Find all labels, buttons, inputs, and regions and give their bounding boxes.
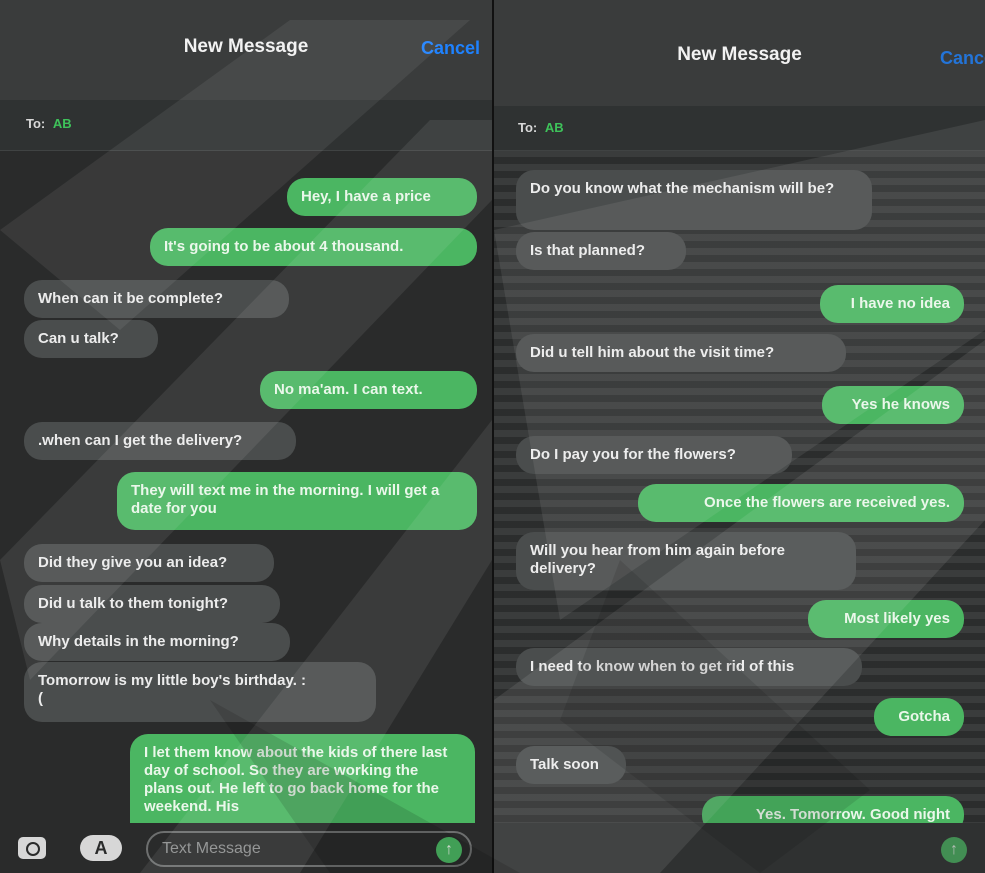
message-input-placeholder: Text Message (162, 840, 261, 857)
message-bubble-outgoing: Gotcha (874, 698, 964, 736)
message-bubble-incoming: Do you know what the mechanism will be? (516, 170, 872, 230)
right-to-label: To: (518, 120, 538, 135)
message-bubble-outgoing: I have no idea (820, 285, 964, 323)
message-bubble-incoming: Did u tell him about the visit time? (516, 334, 846, 372)
left-recipient[interactable]: AB (53, 116, 72, 131)
message-bubble-incoming: Can u talk? (24, 320, 158, 358)
app-store-icon[interactable]: A (80, 835, 122, 861)
message-bubble-incoming: Do I pay you for the flowers? (516, 436, 792, 474)
message-bubble-outgoing: Once the flowers are received yes. (638, 484, 964, 522)
left-conversation-panel: New Message Cancel To: AB Hey, I have a … (0, 0, 492, 873)
left-composer-bar: A Text Message ↑ (0, 823, 492, 873)
left-cancel-button[interactable]: Cancel (421, 38, 480, 59)
left-to-line: To: AB (26, 116, 72, 131)
message-bubble-incoming: Will you hear from him again before deli… (516, 532, 856, 590)
message-bubble-incoming: When can it be complete? (24, 280, 289, 318)
right-to-line: To: AB (518, 120, 564, 135)
message-bubble-incoming: Talk soon (516, 746, 626, 784)
message-bubble-incoming: Is that planned? (516, 232, 686, 270)
message-bubble-incoming: Why details in the morning? (24, 623, 290, 661)
message-bubble-outgoing: They will text me in the morning. I will… (117, 472, 477, 530)
right-cancel-button[interactable]: Cancel (940, 48, 985, 69)
left-header: New Message Cancel (0, 0, 492, 100)
right-title: New Message (677, 44, 802, 65)
message-bubble-incoming: I need to know when to get rid of this (516, 648, 862, 686)
left-to-label: To: (26, 116, 46, 131)
right-recipient[interactable]: AB (545, 120, 564, 135)
message-bubble-outgoing: Yes he knows (822, 386, 964, 424)
message-bubble-outgoing: Most likely yes (808, 600, 964, 638)
right-header: New Message Cancel (494, 0, 985, 106)
send-arrow-icon[interactable]: ↑ (436, 837, 462, 863)
message-bubble-outgoing: It's going to be about 4 thousand. (150, 228, 477, 266)
message-bubble-incoming: Did u talk to them tonight? (24, 585, 280, 623)
right-composer-bar: ↑ (494, 823, 985, 873)
message-bubble-outgoing: No ma'am. I can text. (260, 371, 477, 409)
send-arrow-icon[interactable]: ↑ (941, 837, 967, 863)
left-to-field[interactable]: To: AB (0, 100, 492, 151)
left-title: New Message (183, 36, 309, 57)
camera-icon[interactable] (18, 837, 46, 859)
message-input[interactable]: Text Message ↑ (146, 831, 472, 867)
message-bubble-incoming: Tomorrow is my little boy's birthday. : … (24, 662, 376, 722)
right-conversation-panel: New Message Cancel To: AB Do you know wh… (494, 0, 985, 873)
message-bubble-incoming: Did they give you an idea? (24, 544, 274, 582)
message-bubble-incoming: .when can I get the delivery? (24, 422, 296, 460)
message-bubble-outgoing: Hey, I have a price (287, 178, 477, 216)
right-to-field[interactable]: To: AB (494, 106, 985, 151)
